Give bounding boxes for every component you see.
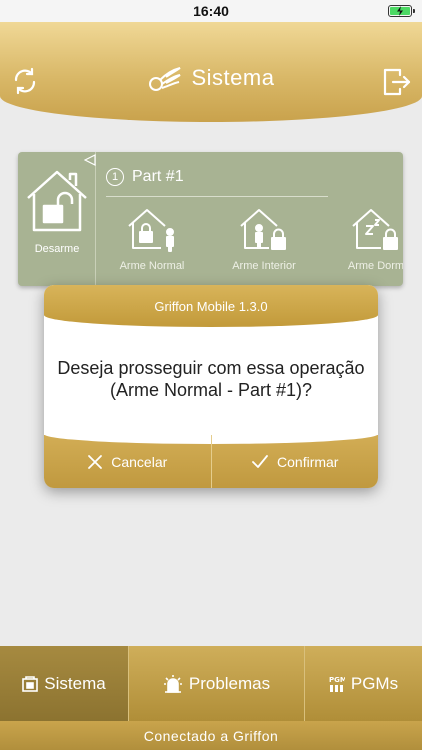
partition-name: Part #1 <box>132 168 184 185</box>
dialog-message-line1: Deseja prosseguir com essa operação <box>57 358 365 378</box>
system-icon <box>22 675 39 692</box>
tab-sistema[interactable]: Sistema <box>0 646 129 721</box>
tab-problemas[interactable]: Problemas <box>129 646 305 721</box>
cancel-button[interactable]: Cancelar <box>44 435 211 488</box>
battery-icon <box>388 5 415 17</box>
partition-number: 1 <box>106 168 124 186</box>
mode-label: Arme Normal <box>119 260 185 272</box>
house-person-lock-icon <box>240 209 286 250</box>
header-title-wrap: Sistema <box>0 64 422 92</box>
mode-arme-dorm[interactable]: Arme Dorm <box>331 204 403 272</box>
divider <box>106 196 328 197</box>
dialog-buttons: Cancelar Confirmar <box>44 434 379 488</box>
app-header: Sistema <box>0 22 422 122</box>
tab-label: PGMs <box>350 673 399 693</box>
mode-label: Arme Dorm <box>347 260 403 272</box>
wing-logo-icon <box>148 67 181 91</box>
cancel-label: Cancelar <box>111 453 168 470</box>
mode-label: Arme Interior <box>232 260 296 272</box>
confirm-dialog: Griffon Mobile 1.3.0 Deseja prosseguir c… <box>44 285 378 488</box>
mode-arme-normal[interactable]: Arme Normal <box>107 204 197 272</box>
dialog-title: Griffon Mobile 1.3.0 <box>154 298 268 314</box>
logout-button[interactable] <box>382 66 412 98</box>
close-icon <box>88 454 103 469</box>
dialog-header: Griffon Mobile 1.3.0 <box>44 285 378 327</box>
svg-text:PGM: PGM <box>329 676 345 684</box>
tab-label: Sistema <box>44 673 106 693</box>
check-icon <box>252 454 268 468</box>
tab-pgms[interactable]: PGM PGMs <box>305 646 422 721</box>
disarm-button[interactable]: Desarme <box>18 152 96 286</box>
status-time: 16:40 <box>193 3 229 19</box>
tab-label: Problemas <box>188 673 271 693</box>
page-title: Sistema <box>191 65 275 90</box>
confirm-label: Confirmar <box>277 453 339 470</box>
dialog-message: Deseja prosseguir com essa operação (Arm… <box>54 357 368 401</box>
logout-icon <box>383 68 411 96</box>
alarm-siren-icon <box>163 674 182 693</box>
partition-card: Desarme 1 Part #1 Arme Normal Arme Inter… <box>18 152 403 286</box>
tab-bar: Sistema Problemas PGM PGMs <box>0 646 422 721</box>
disarm-label: Desarme <box>34 243 80 255</box>
status-bar: 16:40 <box>0 0 422 22</box>
mode-arme-interior[interactable]: Arme Interior <box>219 204 309 272</box>
partition-header: 1 Part #1 <box>106 168 184 186</box>
house-person-icon <box>128 209 174 252</box>
house-sleep-icon <box>352 209 398 250</box>
dialog-message-line2: (Arme Normal - Part #1)? <box>109 380 313 400</box>
corner-arrow-icon <box>84 154 96 166</box>
connection-status-bar: Conectado a Griffon <box>0 721 422 750</box>
connection-status: Conectado a Griffon <box>143 727 279 744</box>
pgm-icon: PGM <box>329 676 345 692</box>
confirm-button[interactable]: Confirmar <box>210 435 379 488</box>
house-unlocked-icon <box>27 170 87 232</box>
